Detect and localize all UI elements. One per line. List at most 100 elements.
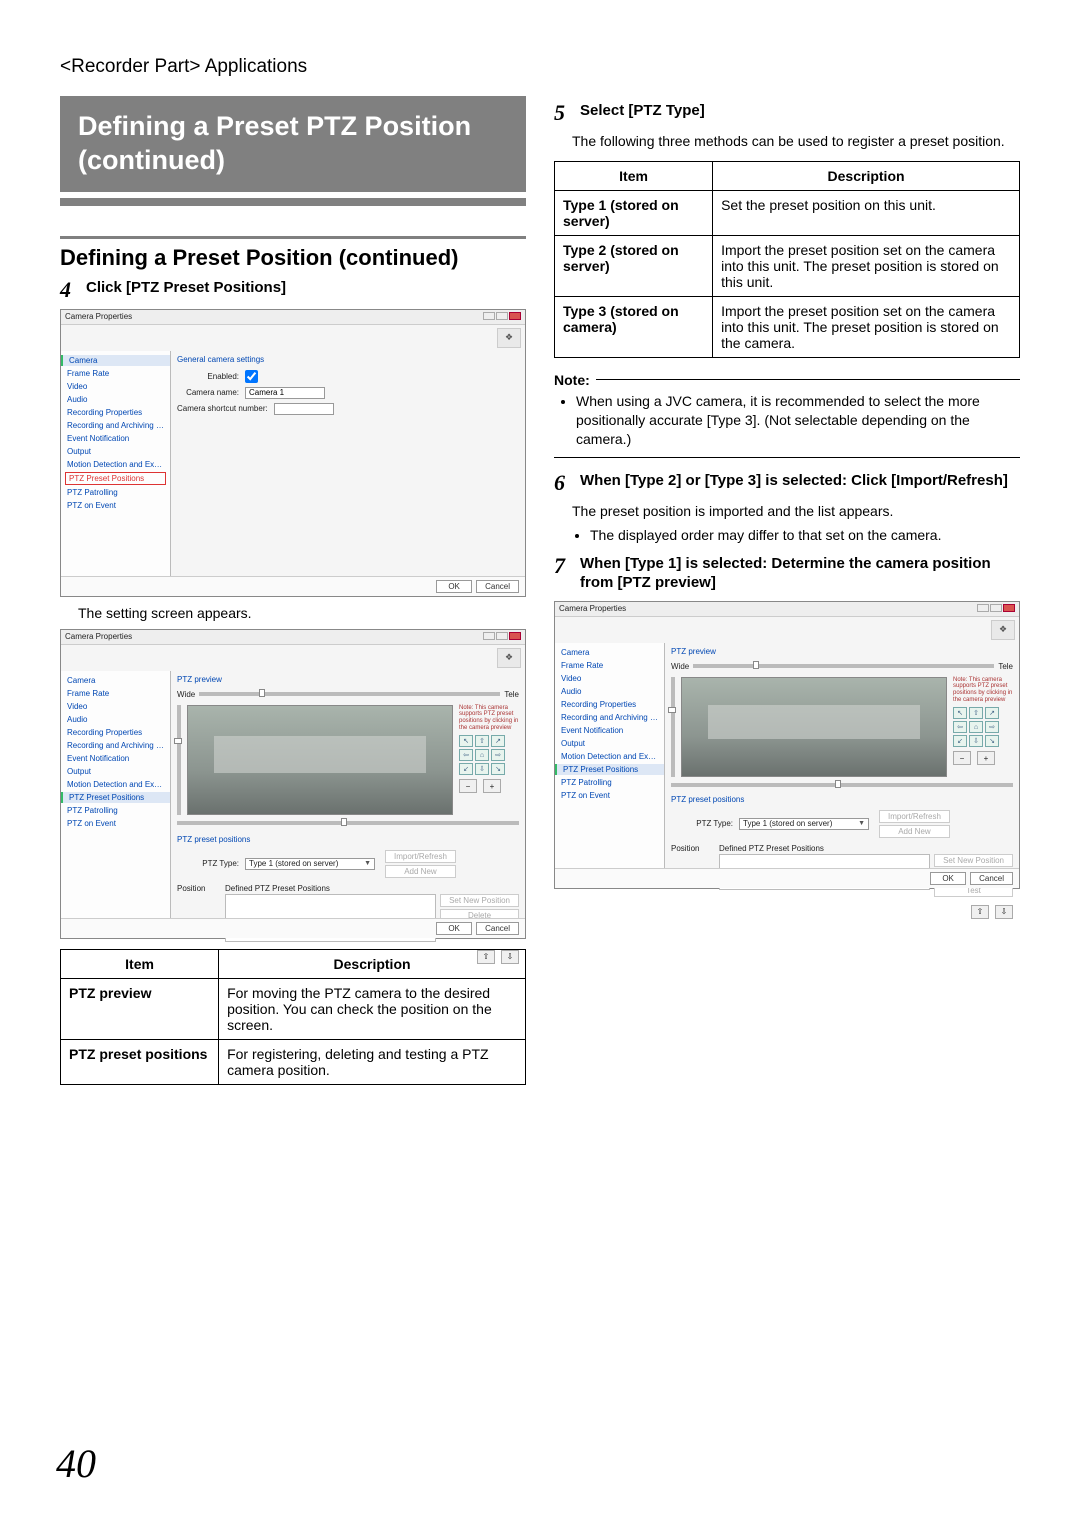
cancel-button[interactable]: Cancel	[476, 580, 519, 593]
set-new-position-button[interactable]: Set New Position	[934, 854, 1013, 867]
set-new-position-button[interactable]: Set New Position	[440, 894, 519, 907]
move-down-icon[interactable]: ⇩	[501, 950, 519, 964]
sidebar-item-audio[interactable]: Audio	[61, 714, 170, 725]
sidebar-item-audio[interactable]: Audio	[61, 394, 170, 405]
sidebar-item-camera[interactable]: Camera	[61, 355, 170, 366]
window-title: Camera Properties	[65, 312, 132, 321]
page-number: 40	[56, 1440, 96, 1487]
ok-button[interactable]: OK	[436, 580, 472, 593]
sidebar-item-eventnotif[interactable]: Event Notification	[61, 433, 170, 444]
tilt-slider[interactable]	[671, 677, 675, 777]
import-refresh-button[interactable]: Import/Refresh	[385, 850, 456, 863]
group-header: General camera settings	[177, 355, 519, 364]
table-row: Type 1 (stored on server) Set the preset…	[555, 190, 1020, 235]
pan-slider[interactable]	[671, 783, 1013, 787]
shortcut-input[interactable]	[274, 403, 334, 415]
sidebar-item-framerate[interactable]: Frame Rate	[61, 368, 170, 379]
sidebar-item-motion[interactable]: Motion Detection and Exclude Regions	[555, 751, 664, 762]
zoom-slider[interactable]	[199, 692, 500, 696]
sidebar-item-recprops[interactable]: Recording Properties	[555, 699, 664, 710]
add-new-button[interactable]: Add New	[879, 825, 950, 838]
sidebar-item-audio[interactable]: Audio	[555, 686, 664, 697]
sidebar-item-video[interactable]: Video	[61, 701, 170, 712]
window-buttons	[482, 632, 521, 642]
chevron-down-icon: ▼	[364, 860, 371, 867]
move-up-icon[interactable]: ⇧	[477, 950, 495, 964]
defined-col-header: Defined PTZ Preset Positions	[719, 844, 1013, 853]
sidebar-item-video[interactable]: Video	[61, 381, 170, 392]
sidebar-item-ptz-on-event[interactable]: PTZ on Event	[61, 500, 170, 511]
sidebar-item-output[interactable]: Output	[61, 766, 170, 777]
ptz-direction-pad[interactable]: ↖⇧↗ ⇦⌂⇨ ↙⇩↘	[459, 735, 519, 775]
sidebar-item-motion[interactable]: Motion Detection and Exclude Regions	[61, 459, 170, 470]
sidebar-item-ptz-patrolling[interactable]: PTZ Patrolling	[61, 805, 170, 816]
ptz-direction-pad[interactable]: ↖⇧↗ ⇦⌂⇨ ↙⇩↘	[953, 707, 1013, 747]
zoom-slider[interactable]	[693, 664, 994, 668]
pan-slider[interactable]	[177, 821, 519, 825]
step-number: 6	[554, 472, 572, 494]
table-row: PTZ preview For moving the PTZ camera to…	[61, 978, 526, 1039]
group-header-presets: PTZ preset positions	[671, 795, 1013, 804]
ptz-preview[interactable]	[187, 705, 453, 815]
sidebar-item-recprops[interactable]: Recording Properties	[61, 727, 170, 738]
step-title: Click [PTZ Preset Positions]	[86, 279, 286, 298]
step-intro: The preset position is imported and the …	[572, 502, 1020, 521]
sidebar-item-recpaths[interactable]: Recording and Archiving Paths	[555, 712, 664, 723]
step-5: 5 Select [PTZ Type]	[554, 102, 1020, 124]
table-row: Type 2 (stored on server) Import the pre…	[555, 235, 1020, 296]
zoom-tele-label: Tele	[998, 662, 1013, 671]
move-down-icon[interactable]: ⇩	[995, 905, 1013, 919]
zoom-in-icon[interactable]: +	[483, 779, 501, 793]
divider	[60, 236, 526, 239]
sidebar-item-output[interactable]: Output	[61, 446, 170, 457]
sidebar-item-camera[interactable]: Camera	[61, 675, 170, 686]
zoom-tele-label: Tele	[504, 690, 519, 699]
sidebar-item-motion[interactable]: Motion Detection and Exclude Regions	[61, 779, 170, 790]
group-header-preview: PTZ preview	[671, 647, 1013, 656]
logo-icon: ❖	[991, 620, 1015, 640]
sidebar-item-ptz-on-event[interactable]: PTZ on Event	[61, 818, 170, 829]
sidebar-item-output[interactable]: Output	[555, 738, 664, 749]
camera-name-label: Camera name:	[177, 388, 239, 397]
step-number: 5	[554, 102, 572, 124]
position-col-header: Position	[177, 884, 219, 893]
add-new-button[interactable]: Add New	[385, 865, 456, 878]
sidebar-item-recpaths[interactable]: Recording and Archiving Paths	[61, 420, 170, 431]
sidebar-item-ptz-on-event[interactable]: PTZ on Event	[555, 790, 664, 801]
zoom-in-icon[interactable]: +	[977, 751, 995, 765]
tilt-slider[interactable]	[177, 705, 181, 815]
ptz-type-select[interactable]: Type 1 (stored on server)▼	[245, 858, 375, 870]
sidebar-item-camera[interactable]: Camera	[555, 647, 664, 658]
enabled-checkbox[interactable]	[245, 370, 258, 383]
sidebar-item-framerate[interactable]: Frame Rate	[555, 660, 664, 671]
sidebar-item-recpaths[interactable]: Recording and Archiving Paths	[61, 740, 170, 751]
group-header-presets: PTZ preset positions	[177, 835, 519, 844]
step-number: 7	[554, 555, 572, 577]
zoom-out-icon[interactable]: −	[459, 779, 477, 793]
sidebar-item-video[interactable]: Video	[555, 673, 664, 684]
step-number: 4	[60, 279, 78, 301]
table-row: PTZ preset positions For registering, de…	[61, 1039, 526, 1084]
sidebar-item-eventnotif[interactable]: Event Notification	[61, 753, 170, 764]
move-up-icon[interactable]: ⇧	[971, 905, 989, 919]
sidebar-item-eventnotif[interactable]: Event Notification	[555, 725, 664, 736]
cancel-button[interactable]: Cancel	[476, 922, 519, 935]
import-refresh-button[interactable]: Import/Refresh	[879, 810, 950, 823]
sidebar-item-ptz-patrolling[interactable]: PTZ Patrolling	[555, 777, 664, 788]
sidebar-item-ptz-preset-positions[interactable]: PTZ Preset Positions	[555, 764, 664, 775]
camera-name-input[interactable]	[245, 387, 325, 399]
ptz-preview[interactable]	[681, 677, 947, 777]
ptz-type-select[interactable]: Type 1 (stored on server)▼	[739, 818, 869, 830]
step-title: When [Type 1] is selected: Determine the…	[580, 555, 1020, 593]
sidebar-item-framerate[interactable]: Frame Rate	[61, 688, 170, 699]
ok-button[interactable]: OK	[436, 922, 472, 935]
ok-button[interactable]: OK	[930, 872, 966, 885]
sidebar-item-ptz-preset-positions[interactable]: PTZ Preset Positions	[61, 792, 170, 803]
zoom-out-icon[interactable]: −	[953, 751, 971, 765]
sidebar-item-ptz-patrolling[interactable]: PTZ Patrolling	[61, 487, 170, 498]
logo-icon: ❖	[497, 648, 521, 668]
sidebar-item-recprops[interactable]: Recording Properties	[61, 407, 170, 418]
sidebar-item-ptz-preset-positions[interactable]: PTZ Preset Positions	[65, 472, 166, 485]
cancel-button[interactable]: Cancel	[970, 872, 1013, 885]
step-6: 6 When [Type 2] or [Type 3] is selected:…	[554, 472, 1020, 494]
